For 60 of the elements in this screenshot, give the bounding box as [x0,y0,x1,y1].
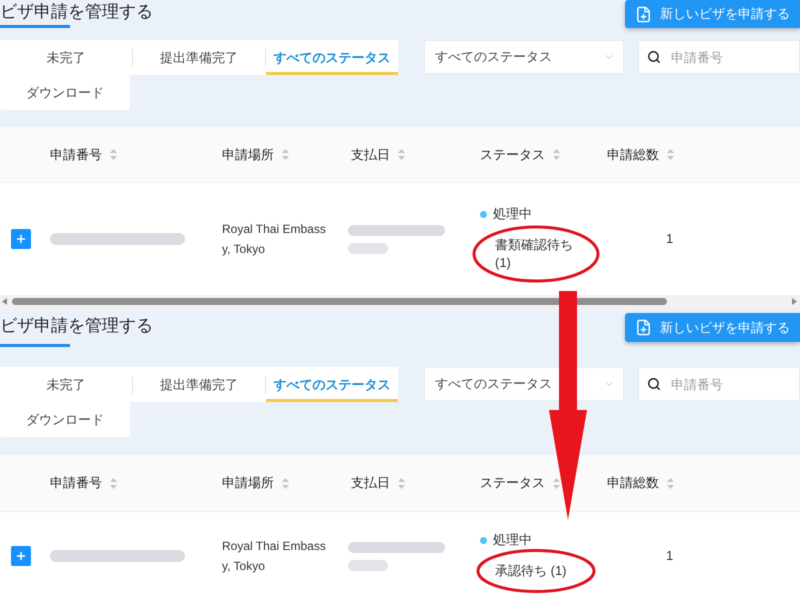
status-detail: 承認待ち (1) [495,562,566,580]
horizontal-scrollbar[interactable] [0,295,800,308]
column-header: 申請番号 [50,146,102,164]
filter-tab[interactable]: すべてのステータス [266,40,398,75]
column-header: 申請場所 [222,146,274,164]
sort-icon[interactable] [282,478,289,488]
blurred-bar [348,560,388,570]
download-button[interactable]: ダウンロード [0,75,130,110]
search-field[interactable]: 申請番号 [638,40,800,74]
table-cell-text: Royal Thai Embassy, Tokyo [222,538,327,575]
filter-tab[interactable]: すべてのステータス [266,367,398,402]
scroll-left-icon[interactable] [2,298,7,305]
sort-icon[interactable] [667,149,674,160]
column-header: 申請総数 [607,474,659,492]
search-icon [647,50,661,64]
sort-icon[interactable] [553,149,560,160]
status-select[interactable]: すべてのステータス [424,40,624,74]
status-dot-icon [480,210,487,218]
sort-icon[interactable] [110,149,117,160]
sort-icon[interactable] [398,149,405,160]
table-cell-text: Royal Thai Embassy, Tokyo [222,221,327,258]
sort-icon[interactable] [553,478,560,488]
expand-button[interactable] [11,229,31,249]
sort-icon[interactable] [667,478,674,488]
page-title: ビザ申請を管理する [0,316,153,336]
blurred-bar [348,242,388,254]
download-button[interactable]: ダウンロード [0,402,130,437]
sort-icon[interactable] [110,478,117,488]
status-text: 処理中 [493,532,532,548]
table-cell: 1 [666,548,674,563]
column-header: 申請総数 [607,146,659,164]
table-cell: 1 [666,231,674,246]
filter-tab[interactable]: 提出準備完了 [133,367,265,402]
title-underline [0,25,70,28]
search-field[interactable]: 申請番号 [638,367,800,401]
filter-tab[interactable]: 未完了 [0,40,132,75]
filter-tab[interactable]: 提出準備完了 [133,40,265,75]
filter-tab[interactable]: 未完了 [0,367,132,402]
title-underline [0,344,70,347]
search-icon [647,377,661,391]
status-dot-icon [480,536,487,544]
plus-icon [15,233,27,245]
status-select[interactable]: すべてのステータス [424,367,624,401]
sort-icon[interactable] [282,149,289,160]
column-header: 支払日 [351,146,390,164]
status-detail: 書類確認待ち (1) [495,236,574,272]
file-plus-icon [635,319,652,336]
column-header: ステータス [480,146,545,164]
column-header: 申請番号 [50,474,102,492]
sort-icon[interactable] [398,478,405,488]
status-text: 処理中 [493,206,532,222]
plus-icon [15,550,27,562]
expand-button[interactable] [11,546,31,566]
column-header: 申請場所 [222,474,274,492]
file-plus-icon [635,6,652,22]
scroll-right-icon[interactable] [792,298,797,305]
scrollbar-thumb[interactable] [12,298,667,305]
column-header: 支払日 [351,474,390,492]
page-title: ビザ申請を管理する [0,2,153,22]
column-header: ステータス [480,474,545,492]
